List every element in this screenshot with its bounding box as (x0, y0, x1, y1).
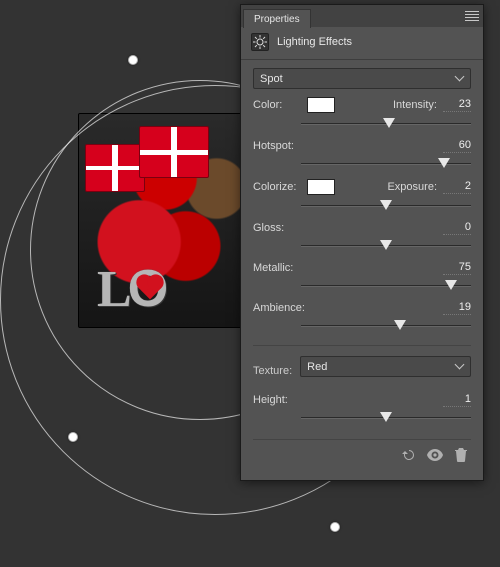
texture-label: Texture: (253, 365, 292, 377)
intensity-slider[interactable] (301, 115, 471, 133)
effect-title-row: Lighting Effects (241, 27, 483, 60)
exposure-label: Exposure: (387, 181, 437, 193)
texture-select[interactable]: Red (300, 356, 471, 377)
visibility-icon[interactable] (425, 446, 445, 464)
light-type-value: Spot (260, 73, 456, 85)
height-value[interactable]: 1 (443, 393, 471, 407)
light-handle[interactable] (128, 55, 138, 65)
tab-properties[interactable]: Properties (243, 9, 311, 28)
reset-icon[interactable] (399, 446, 419, 464)
exposure-value[interactable]: 2 (443, 180, 471, 194)
ambience-slider[interactable] (301, 317, 471, 335)
trash-icon[interactable] (451, 446, 471, 464)
hotspot-value[interactable]: 60 (443, 139, 471, 153)
texture-value: Red (307, 361, 456, 373)
light-handle[interactable] (68, 432, 78, 442)
colorize-swatch[interactable] (307, 179, 335, 195)
height-slider[interactable] (301, 409, 471, 427)
metallic-slider[interactable] (301, 277, 471, 295)
light-handle[interactable] (330, 522, 340, 532)
metallic-label: Metallic: (253, 262, 301, 274)
lighting-effects-icon (251, 33, 269, 51)
color-swatch[interactable] (307, 97, 335, 113)
hotspot-label: Hotspot: (253, 140, 301, 152)
ambience-value[interactable]: 19 (443, 301, 471, 315)
panel-menu-icon[interactable] (465, 9, 479, 23)
ambience-label: Ambience: (253, 302, 305, 314)
hotspot-slider[interactable] (301, 155, 471, 173)
effect-title: Lighting Effects (277, 36, 352, 48)
light-type-select[interactable]: Spot (253, 68, 471, 89)
chevron-down-icon (456, 363, 464, 371)
height-label: Height: (253, 394, 301, 406)
color-label: Color: (253, 99, 301, 111)
properties-panel: Properties Lighting Effects Spot Color: … (240, 4, 484, 481)
intensity-value[interactable]: 23 (443, 98, 471, 112)
intensity-label: Intensity: (393, 99, 437, 111)
gloss-value[interactable]: 0 (443, 221, 471, 235)
colorize-label: Colorize: (253, 181, 301, 193)
exposure-slider[interactable] (301, 197, 471, 215)
chevron-down-icon (456, 75, 464, 83)
metallic-value[interactable]: 75 (443, 261, 471, 275)
panel-tabbar: Properties (241, 5, 483, 27)
gloss-label: Gloss: (253, 222, 301, 234)
gloss-slider[interactable] (301, 237, 471, 255)
